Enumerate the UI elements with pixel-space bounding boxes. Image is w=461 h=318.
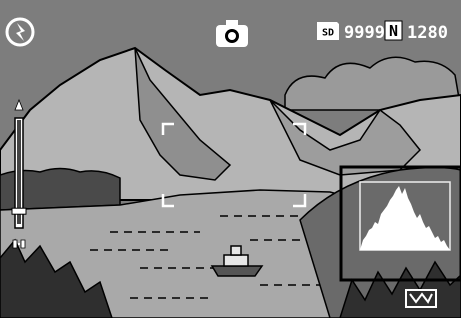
quality-badge: N — [389, 22, 398, 40]
shots-remaining: 9999 — [344, 23, 385, 43]
zoom-level-indicator — [11, 207, 27, 215]
camera-lcd-screen: SD 9999 N 1280 — [0, 0, 461, 318]
sd-card-icon: SD — [317, 22, 339, 40]
image-size: 1280 — [407, 23, 448, 43]
storage-badge-label: SD — [322, 28, 334, 39]
viewfinder-scene: SD 9999 N 1280 — [0, 0, 461, 318]
